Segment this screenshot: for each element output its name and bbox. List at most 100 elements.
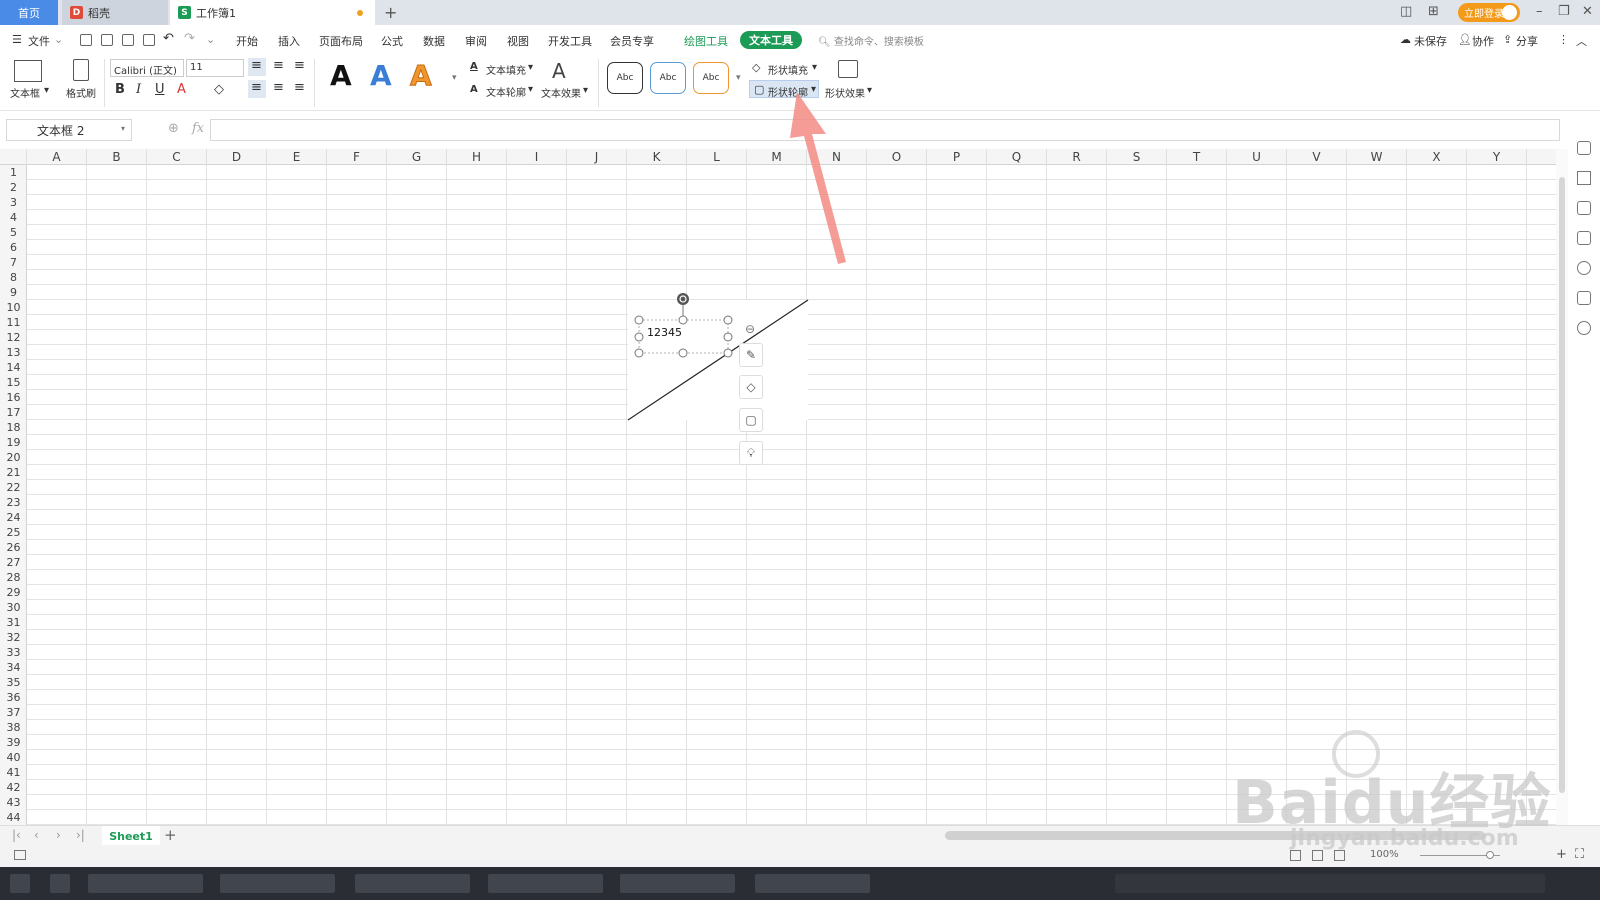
menu-page-layout[interactable]: 页面布局: [319, 33, 363, 49]
row-header-18[interactable]: 18: [0, 420, 27, 435]
fullscreen-icon[interactable]: ⛶: [1575, 847, 1584, 862]
shape-properties-icon[interactable]: [1577, 141, 1591, 155]
column-header-k[interactable]: K: [627, 149, 687, 165]
minimize-icon[interactable]: –: [1536, 4, 1543, 19]
system-tray[interactable]: [1115, 874, 1545, 893]
underline-icon[interactable]: U: [155, 82, 165, 97]
column-header-a[interactable]: A: [27, 149, 87, 165]
row-header-35[interactable]: 35: [0, 675, 27, 690]
help-icon[interactable]: [1577, 261, 1591, 275]
zoom-slider-thumb[interactable]: [1486, 851, 1494, 859]
taskbar-app[interactable]: [220, 874, 335, 893]
row-header-31[interactable]: 31: [0, 615, 27, 630]
column-header-q[interactable]: Q: [987, 149, 1047, 165]
next-sheet-icon[interactable]: ›: [56, 828, 61, 842]
row-header-9[interactable]: 9: [0, 285, 27, 300]
redo-icon[interactable]: ↷: [184, 31, 195, 46]
unsaved-status[interactable]: 未保存: [1414, 33, 1447, 49]
zoom-formula-icon[interactable]: ⊕: [168, 121, 179, 136]
taskbar-app[interactable]: [488, 874, 603, 893]
align-middle-icon[interactable]: ≡: [273, 58, 284, 73]
customize-dropdown-icon[interactable]: ⌄: [206, 33, 215, 46]
tab-home[interactable]: 首页: [0, 0, 58, 25]
tab-daoke[interactable]: D 稻壳: [62, 0, 168, 25]
row-header-43[interactable]: 43: [0, 795, 27, 810]
taskbar-app[interactable]: [755, 874, 870, 893]
start-button[interactable]: [10, 874, 30, 893]
select-pointer-icon[interactable]: [1577, 171, 1591, 185]
row-header-24[interactable]: 24: [0, 510, 27, 525]
adjust-sliders-icon[interactable]: [1577, 201, 1591, 215]
row-header-12[interactable]: 12: [0, 330, 27, 345]
layout-icon[interactable]: ◫: [1400, 4, 1412, 19]
shape-style-blue[interactable]: Abc: [650, 62, 686, 94]
idea-bulb-icon[interactable]: 💡︎: [739, 441, 763, 465]
row-header-39[interactable]: 39: [0, 735, 27, 750]
row-header-15[interactable]: 15: [0, 375, 27, 390]
wordart-style-blue[interactable]: A: [370, 59, 392, 92]
restore-icon[interactable]: ❐: [1558, 4, 1570, 19]
hamburger-icon[interactable]: ☰: [12, 33, 22, 46]
sheet-tab-sheet1[interactable]: Sheet1: [102, 826, 160, 846]
export-icon[interactable]: [101, 34, 113, 46]
tab-workbook[interactable]: S 工作簿1: [170, 0, 375, 25]
column-header-v[interactable]: V: [1287, 149, 1347, 165]
shape-background[interactable]: [628, 300, 808, 420]
shape-fill-dropdown-icon[interactable]: ▾: [812, 62, 817, 73]
name-box[interactable]: 文本框 2 ▾: [6, 119, 132, 141]
save-icon[interactable]: [80, 34, 92, 46]
row-header-8[interactable]: 8: [0, 270, 27, 285]
italic-icon[interactable]: I: [136, 82, 141, 97]
clear-format-icon[interactable]: ◇: [214, 82, 224, 97]
row-header-22[interactable]: 22: [0, 480, 27, 495]
menu-drawing-tools[interactable]: 绘图工具: [684, 33, 728, 49]
shape-style-more-icon[interactable]: ▾: [736, 73, 741, 83]
collapse-float-icon[interactable]: ⊖: [745, 322, 755, 336]
shape-effect-icon[interactable]: [838, 60, 858, 78]
row-header-26[interactable]: 26: [0, 540, 27, 555]
menu-review[interactable]: 审阅: [465, 33, 487, 49]
close-icon[interactable]: ✕: [1582, 4, 1593, 19]
row-header-42[interactable]: 42: [0, 780, 27, 795]
row-header-2[interactable]: 2: [0, 180, 27, 195]
column-header-p[interactable]: P: [927, 149, 987, 165]
zoom-in-icon[interactable]: +: [1556, 847, 1567, 862]
shape-style-black[interactable]: Abc: [607, 62, 643, 94]
menu-start[interactable]: 开始: [236, 33, 258, 49]
formula-input[interactable]: [210, 119, 1560, 141]
location-icon[interactable]: [1577, 321, 1591, 335]
edit-pen-icon[interactable]: ✎: [739, 343, 763, 367]
row-header-37[interactable]: 37: [0, 705, 27, 720]
font-size-select[interactable]: 11: [186, 59, 244, 77]
more-icon[interactable]: ⋮: [1558, 33, 1569, 46]
column-header-l[interactable]: L: [687, 149, 747, 165]
column-header-e[interactable]: E: [267, 149, 327, 165]
image-tools-icon[interactable]: [1577, 291, 1591, 305]
column-header-m[interactable]: M: [747, 149, 807, 165]
column-header-s[interactable]: S: [1107, 149, 1167, 165]
shape-effect-dropdown-icon[interactable]: ▾: [867, 85, 872, 96]
column-header-t[interactable]: T: [1167, 149, 1227, 165]
add-sheet-button[interactable]: +: [164, 826, 177, 844]
row-header-40[interactable]: 40: [0, 750, 27, 765]
column-header-o[interactable]: O: [867, 149, 927, 165]
row-header-5[interactable]: 5: [0, 225, 27, 240]
login-button[interactable]: 立即登录: [1458, 3, 1520, 22]
text-fill-dropdown-icon[interactable]: ▾: [528, 62, 533, 73]
new-tab-button[interactable]: +: [384, 3, 397, 22]
format-painter-icon[interactable]: [73, 59, 89, 81]
menu-dev-tools[interactable]: 开发工具: [548, 33, 592, 49]
row-header-13[interactable]: 13: [0, 345, 27, 360]
row-header-19[interactable]: 19: [0, 435, 27, 450]
column-header-g[interactable]: G: [387, 149, 447, 165]
fill-bucket-icon[interactable]: ◇: [739, 375, 763, 399]
print-preview-icon[interactable]: [143, 34, 155, 46]
outline-frame-icon[interactable]: ▢: [739, 408, 763, 432]
wordart-style-orange[interactable]: A: [410, 59, 433, 93]
row-header-41[interactable]: 41: [0, 765, 27, 780]
file-menu[interactable]: 文件: [28, 33, 50, 49]
taskbar-app[interactable]: [88, 874, 203, 893]
collaborate-button[interactable]: 协作: [1472, 33, 1494, 49]
column-header-j[interactable]: J: [567, 149, 627, 165]
row-header-30[interactable]: 30: [0, 600, 27, 615]
